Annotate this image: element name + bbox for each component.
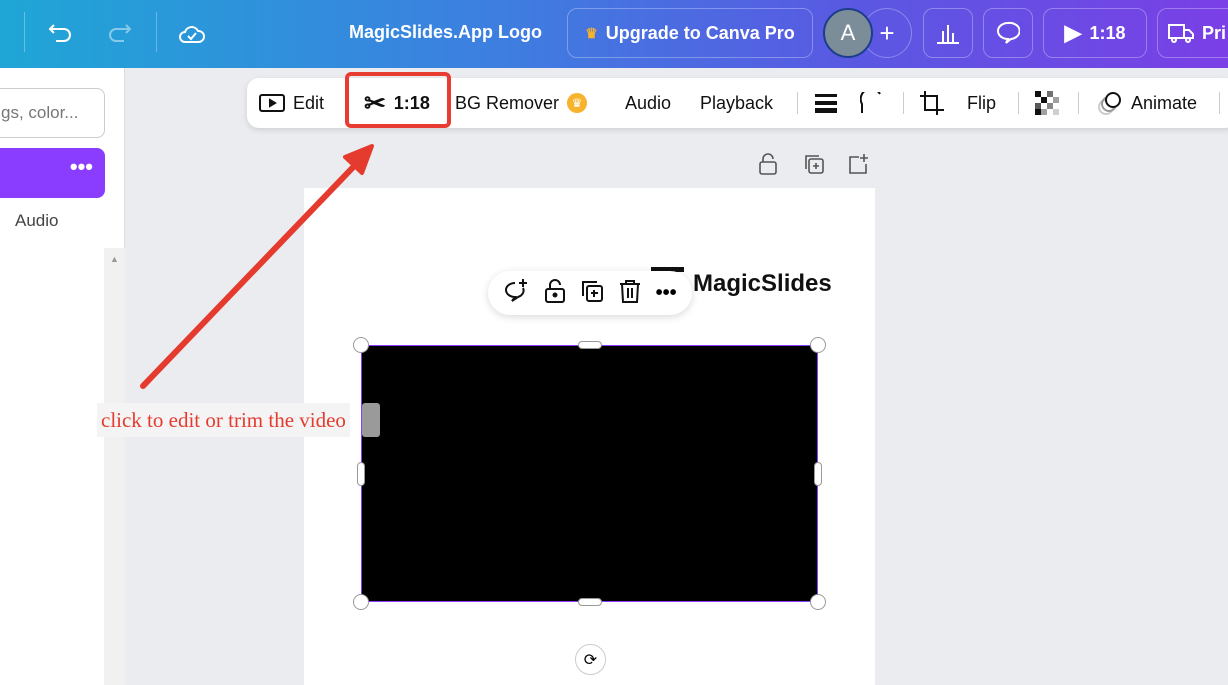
annotation-arrow bbox=[140, 144, 374, 389]
avatar[interactable]: A bbox=[823, 8, 873, 58]
